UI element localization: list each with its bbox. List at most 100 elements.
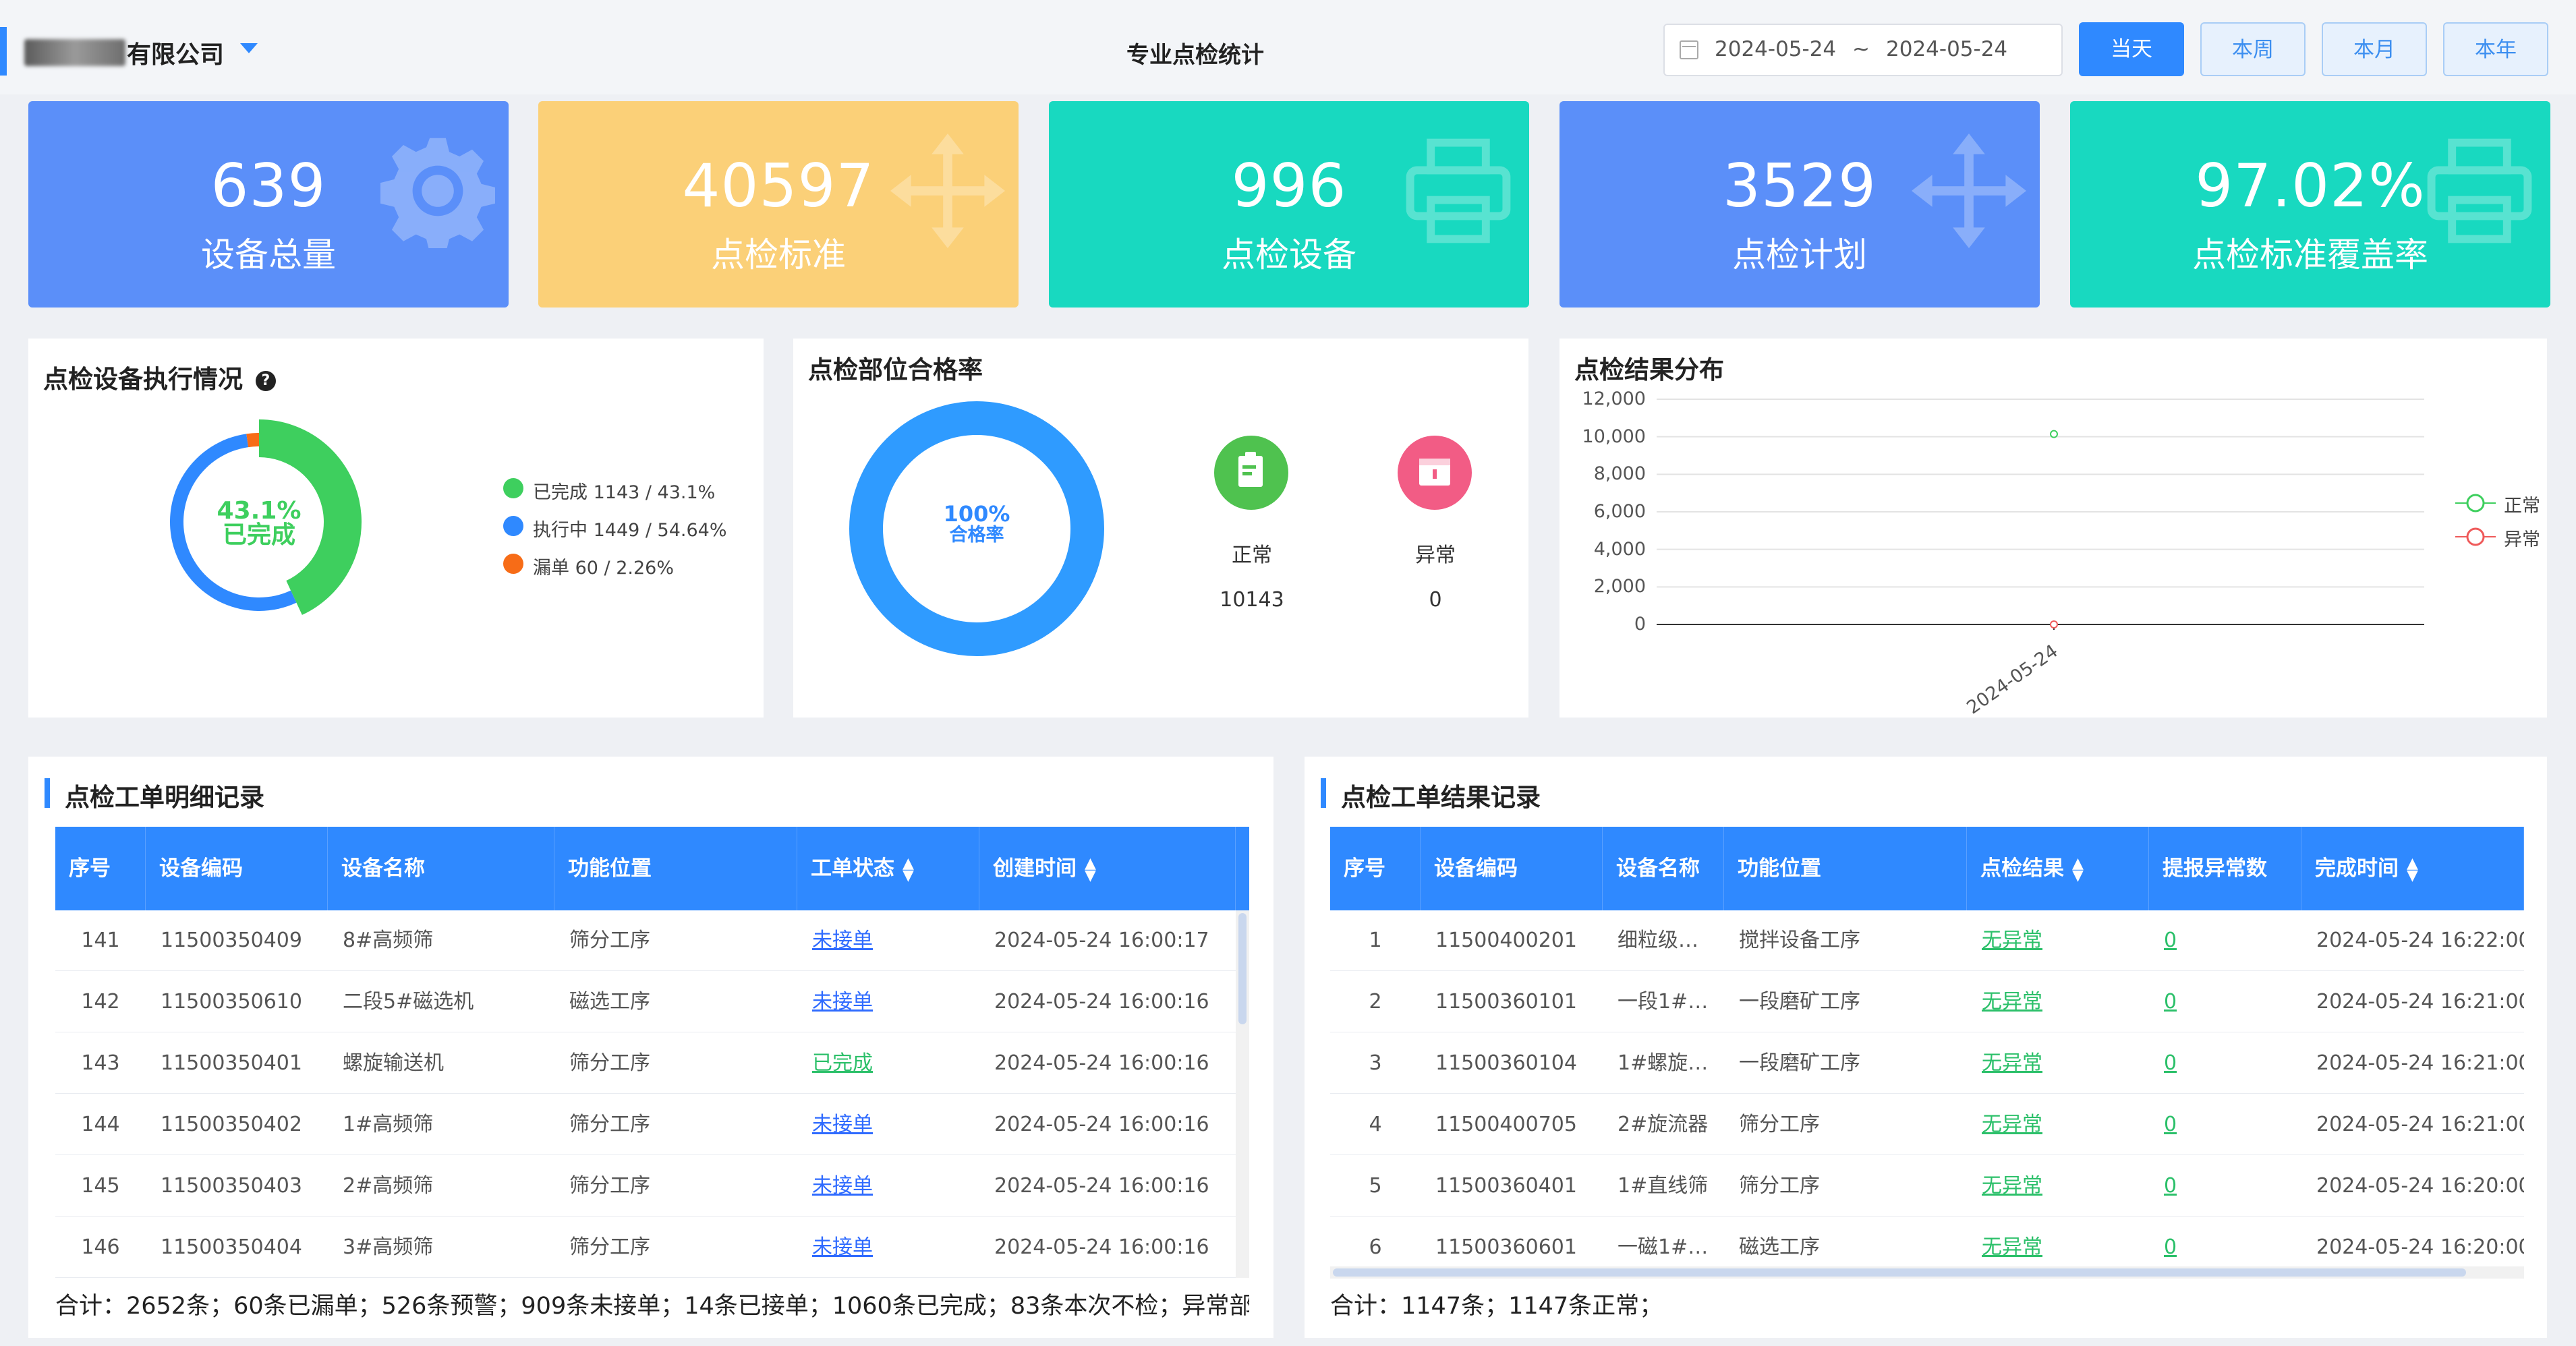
status-link[interactable]: 无异常 <box>1982 1174 2042 1198</box>
status-link[interactable]: 无异常 <box>1982 1051 2042 1075</box>
table-cell-wrap: 2024-05-24 16:00:16 <box>979 972 1236 1032</box>
col-header-sortable[interactable]: 完成时间 ▲ ▼ <box>2301 827 2524 910</box>
table-row[interactable]: 3 11500360104 1#螺旋… 一段磨矿工序 无异常 0 2024-05-24 16… <box>1330 1033 2524 1094</box>
sort-icon[interactable]: ▲ ▼ <box>903 856 914 883</box>
stat-card-inspection-plan: 3529 点检计划 <box>1559 101 2040 308</box>
company-name-redacted <box>24 39 125 66</box>
table-cell-wrap: 无异常 <box>1967 1033 2149 1094</box>
table-cell-wrap: 1#直线筛 <box>1603 1156 1724 1217</box>
table-row[interactable]: 6 11500360601 一磁1#… 磁选工序 无异常 0 2024-05-24 16:2… <box>1330 1217 2524 1266</box>
status-link[interactable]: 无异常 <box>1982 1113 2042 1136</box>
status-link[interactable]: 未接单 <box>812 929 873 952</box>
today-button[interactable]: 当天 <box>2079 22 2184 76</box>
donut-slice-2[interactable] <box>246 433 259 448</box>
this-week-button[interactable]: 本周 <box>2200 22 2306 76</box>
table-cell: 144 <box>81 1113 120 1136</box>
stat-label: 点检标准 <box>711 235 846 274</box>
table-cell-wrap: 3#高频筛 <box>328 1217 554 1278</box>
table-row[interactable]: 146 11500350404 3#高频筛 筛分工序 未接单 2024-05-24 16:… <box>55 1217 1236 1278</box>
legend-dot-in-progress <box>503 516 523 536</box>
legend-in-progress[interactable]: 执行中 1449 / 54.64% <box>533 515 727 542</box>
status-link[interactable]: 未接单 <box>812 1113 873 1136</box>
result-distribution-panel: 点检结果分布 12,000 10,000 8,000 6,000 4,000 2,000 0… <box>1559 339 2547 718</box>
status-link[interactable]: 已完成 <box>812 1051 873 1075</box>
result-table-summary: 合计：1147条；1147条正常； <box>1330 1293 1663 1320</box>
abnormal-count-link[interactable]: 0 <box>2164 1113 2177 1136</box>
table-row[interactable]: 2 11500360101 一段1#… 一段磨矿工序 无异常 0 2024-05-24 16… <box>1330 972 2524 1032</box>
table-cell: 11500350404 <box>161 1235 302 1259</box>
status-link[interactable]: 无异常 <box>1982 929 2042 952</box>
table-row[interactable]: 142 11500350610 二段5#磁选机 磁选工序 未接单 2024-05-24 1… <box>55 972 1236 1032</box>
date-range-picker[interactable]: 2024-05-24 ~ 2024-05-24 <box>1663 24 2063 76</box>
table-row[interactable]: 143 11500350401 螺旋输送机 筛分工序 已完成 2024-05-24 16:… <box>55 1033 1236 1094</box>
detail-table-scrollbar[interactable] <box>1236 910 1249 1278</box>
table-cell: 2024-05-24 16:20:00 <box>2316 1235 2524 1259</box>
sort-icon[interactable]: ▲ ▼ <box>1085 856 1096 883</box>
stat-label: 点检标准覆盖率 <box>2192 235 2428 274</box>
table-cell-wrap: 11500350610 <box>146 972 328 1032</box>
this-year-button[interactable]: 本年 <box>2443 22 2548 76</box>
table-cell-wrap: 11500360104 <box>1421 1033 1603 1094</box>
table-cell: 2024-05-24 16:22:00 <box>2316 929 2524 952</box>
table-cell-wrap: 无异常 <box>1967 910 2149 971</box>
scrollbar-thumb[interactable] <box>1238 913 1247 1024</box>
table-cell-wrap: 8#高频筛 <box>328 910 554 971</box>
table-cell: 筛分工序 <box>569 1113 650 1136</box>
table-row[interactable]: 141 11500350409 8#高频筛 筛分工序 未接单 2024-05-24 16:… <box>55 910 1236 971</box>
data-point-0[interactable] <box>2050 430 2058 438</box>
col-header-sortable[interactable]: 工单状态 ▲ ▼ <box>797 827 979 910</box>
table-row[interactable]: 5 11500360401 1#直线筛 筛分工序 无异常 0 2024-05-24 16:2… <box>1330 1156 2524 1217</box>
table-cell-wrap: 11500350402 <box>146 1094 328 1155</box>
table-cell: 146 <box>81 1235 120 1259</box>
legend-marker-1 <box>2466 527 2485 546</box>
legend-missed[interactable]: 漏单 60 / 2.26% <box>533 553 674 579</box>
abnormal-count-link[interactable]: 0 <box>2164 1235 2177 1259</box>
result-table-h-scrollbar[interactable] <box>1330 1266 2524 1279</box>
date-end[interactable]: 2024-05-24 <box>1886 37 2007 61</box>
table-cell: 1#螺旋… <box>1618 1051 1709 1075</box>
table-cell-wrap: 144 <box>55 1094 146 1155</box>
status-link[interactable]: 无异常 <box>1982 1235 2042 1259</box>
date-start[interactable]: 2024-05-24 <box>1715 37 1836 61</box>
legend-completed[interactable]: 已完成 1143 / 43.1% <box>533 477 715 504</box>
scrollbar-thumb[interactable] <box>1333 1268 2466 1277</box>
status-link[interactable]: 未接单 <box>812 1174 873 1198</box>
abnormal-count-link[interactable]: 0 <box>2164 1174 2177 1198</box>
table-row[interactable]: 1 11500400201 细粒级… 搅拌设备工序 无异常 0 2024-05-24 16:… <box>1330 910 2524 971</box>
table-cell: 2024-05-24 16:21:00 <box>2316 1113 2524 1136</box>
status-link[interactable]: 未接单 <box>812 1235 873 1259</box>
table-row[interactable]: 4 11500400705 2#旋流器 筛分工序 无异常 0 2024-05-24 16:2… <box>1330 1094 2524 1155</box>
detail-table-header: 序号 设备编码 设备名称 功能位置 工单状态 ▲ ▼ 创建时间 ▲ ▼ <box>55 827 1249 910</box>
y-tick-label: 2,000 <box>1593 576 1646 597</box>
calendar-alert-icon <box>1398 436 1472 510</box>
table-row[interactable]: 145 11500350403 2#高频筛 筛分工序 未接单 2024-05-24 16:… <box>55 1156 1236 1217</box>
status-link[interactable]: 无异常 <box>1982 990 2042 1014</box>
status-link[interactable]: 未接单 <box>812 990 873 1014</box>
chevron-down-icon[interactable] <box>240 43 258 53</box>
legend-normal[interactable]: 正常 <box>2504 491 2540 517</box>
question-circle-icon[interactable]: ? <box>255 370 276 391</box>
sort-icon[interactable]: ▲ ▼ <box>2407 856 2418 883</box>
abnormal-count-link[interactable]: 0 <box>2164 1051 2177 1075</box>
table-cell: 2#高频筛 <box>343 1174 434 1198</box>
y-axis-labels: 12,000 10,000 8,000 6,000 4,000 2,000 0 <box>1559 339 1654 718</box>
table-cell-wrap: 11500400201 <box>1421 910 1603 971</box>
data-point-1[interactable] <box>2050 620 2058 628</box>
legend-abnormal[interactable]: 异常 <box>2504 525 2540 551</box>
table-cell-wrap: 0 <box>2149 910 2301 971</box>
company-accent-bar <box>0 27 7 76</box>
company-selector-label[interactable]: 有限公司 <box>127 35 224 70</box>
col-header-sortable[interactable]: 点检结果 ▲ ▼ <box>1967 827 2149 910</box>
sort-icon[interactable]: ▲ ▼ <box>2072 856 2084 883</box>
table-row[interactable]: 144 11500350402 1#高频筛 筛分工序 未接单 2024-05-24 16:… <box>55 1094 1236 1155</box>
col-header-sortable[interactable]: 创建时间 ▲ ▼ <box>979 827 1236 910</box>
table-cell-wrap: 5 <box>1330 1156 1421 1217</box>
ring-center-percent: 100% <box>943 501 1010 527</box>
this-month-button[interactable]: 本月 <box>2322 22 2427 76</box>
abnormal-count-link[interactable]: 0 <box>2164 990 2177 1014</box>
col-header: 提报异常数 <box>2149 827 2301 910</box>
table-cell-wrap: 2#旋流器 <box>1603 1094 1724 1155</box>
stat-card-standard-coverage: 97.02% 点检标准覆盖率 <box>2070 101 2550 308</box>
table-cell: 2024-05-24 16:00:16 <box>994 1113 1209 1136</box>
abnormal-count-link[interactable]: 0 <box>2164 929 2177 952</box>
